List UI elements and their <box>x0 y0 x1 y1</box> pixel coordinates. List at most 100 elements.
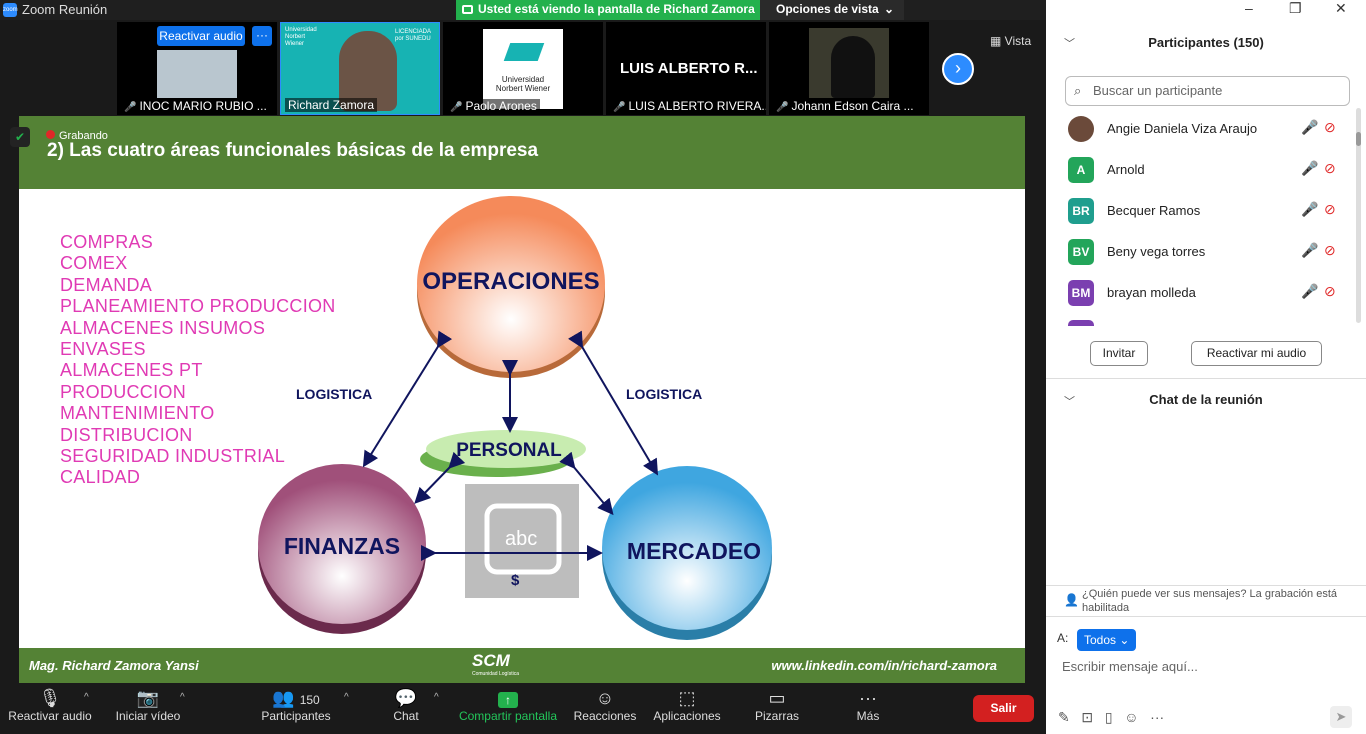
sunedu-logo: LICENCIADA por SUNEDU <box>395 29 431 42</box>
diagram-svg <box>258 196 772 640</box>
invite-button[interactable]: Invitar <box>1090 341 1148 366</box>
university-logo: Universidad Norbert Wiener <box>483 29 563 109</box>
reactions-button[interactable]: ☺ Reacciones <box>573 683 637 734</box>
unmute-me-button[interactable]: Reactivar mi audio <box>1191 341 1322 366</box>
participant-row[interactable]: BM brayan molleda 🎤 ⊘ <box>1046 272 1356 313</box>
chevron-down-icon: ⌄ <box>883 2 894 16</box>
view-button[interactable]: ▦ Vista <box>990 34 1031 48</box>
arrow-ops-mer <box>568 330 659 476</box>
muted-mic-icon: 🎤 <box>1301 201 1319 217</box>
chevron-up-icon[interactable]: ^ <box>180 692 185 703</box>
recipient-dropdown[interactable]: Todos ⌄ <box>1077 629 1136 651</box>
chat-tools: ✎ ⊡ ▯ ☺ ··· <box>1058 709 1164 726</box>
more-options-button[interactable]: ··· <box>252 26 272 46</box>
more-icon[interactable]: ··· <box>1150 709 1164 725</box>
chevron-up-icon[interactable]: ^ <box>434 692 439 703</box>
restore-button[interactable]: ❐ <box>1289 0 1302 20</box>
mercadeo-label: MERCADEO <box>626 538 762 564</box>
screenshot-icon[interactable]: ⊡ <box>1081 709 1093 725</box>
slide-footer: Mag. Richard Zamora Yansi SCM Comunidad L… <box>19 648 1025 683</box>
participant-scrollbar[interactable] <box>1356 108 1361 323</box>
participant-video <box>809 28 889 98</box>
meeting-toolbar: 🎙 Reactivar audio ^ 📷 Iniciar vídeo ^ 👥 150 P… <box>0 683 1046 734</box>
video-off-icon: 📷 <box>136 688 160 708</box>
format-icon[interactable]: ✎ <box>1058 709 1070 725</box>
recording-indicator[interactable]: Grabando <box>46 130 108 142</box>
participant-name: Beny vega torres <box>1107 244 1206 259</box>
more-button[interactable]: ··· Más <box>848 683 888 734</box>
collapse-chat-icon[interactable]: ﹀ <box>1064 393 1075 409</box>
share-screen-button[interactable]: ↑ Compartir pantalla <box>455 683 561 734</box>
participant-name-text: Paolo Arones <box>465 99 537 113</box>
view-options-button[interactable]: Opciones de vista ⌄ <box>760 0 904 20</box>
share-screen-label: Compartir pantalla <box>458 709 558 723</box>
participant-name-text: INOC MARIO RUBIO ... <box>139 99 267 113</box>
chat-message-input[interactable]: Escribir mensaje aquí... <box>1062 659 1198 674</box>
avatar: BV <box>1068 239 1094 265</box>
participants-header: Participantes (150) <box>1148 35 1264 50</box>
visibility-info-icon: 👤 <box>1064 593 1079 607</box>
participant-row[interactable]: BV Beny vega torres 🎤 ⊘ <box>1046 231 1356 272</box>
video-tile-5[interactable]: 🎤 Johann Edson Caira ... <box>769 22 929 115</box>
emoji-icon[interactable]: ☺ <box>1124 709 1138 725</box>
muted-mic-icon: 🎤 <box>1301 283 1319 299</box>
chevron-up-icon[interactable]: ^ <box>344 692 349 703</box>
whiteboard-icon: ▭ <box>768 688 786 708</box>
unmute-button[interactable]: 🎙 Reactivar audio ^ <box>6 683 94 734</box>
logistica-left-label: LOGISTICA <box>296 386 373 402</box>
wiener-mark-icon <box>503 43 545 61</box>
participants-button[interactable]: 👥 150 Participantes ^ <box>258 683 348 734</box>
scrollbar-thumb[interactable] <box>1356 132 1361 146</box>
reactivar-audio-button[interactable]: Reactivar audio <box>157 26 245 46</box>
panel-divider <box>1046 378 1366 379</box>
avatar: BR <box>1068 198 1094 224</box>
video-off-icon: ⊘ <box>1324 160 1336 176</box>
participant-search-input[interactable]: ⌕ Buscar un participante <box>1065 76 1350 106</box>
participant-name-text: Johann Edson Caira ... <box>791 99 914 113</box>
participant-name: Becquer Ramos <box>1107 203 1201 218</box>
muted-mic-icon: 🎤 <box>1301 119 1319 135</box>
finanzas-label: FINANZAS <box>283 533 401 559</box>
search-placeholder: Buscar un participante <box>1093 83 1223 98</box>
security-shield-icon[interactable]: ✔ <box>10 127 30 147</box>
video-tile-1[interactable]: Reactivar audio ··· 🎤 INOC MARIO RUBIO ..… <box>117 22 277 115</box>
send-button[interactable]: ➤ <box>1330 706 1352 728</box>
video-off-icon: ⊘ <box>1324 119 1336 135</box>
chevron-up-icon[interactable]: ^ <box>84 692 89 703</box>
participant-name: 🎤 Johann Edson Caira ... <box>773 99 917 113</box>
participant-row[interactable]: Angie Daniela Viza Araujo 🎤 ⊘ <box>1046 108 1356 149</box>
next-page-button[interactable]: › <box>942 53 974 85</box>
video-tile-2[interactable]: Universidad Norbert Wiener LICENCIADA po… <box>280 22 440 115</box>
recording-dot-icon <box>46 130 55 139</box>
abc-text: abc <box>505 528 538 550</box>
participants-icon: 👥 150 <box>272 688 320 708</box>
whiteboards-button[interactable]: ▭ Pizarras <box>748 683 806 734</box>
screen-share-banner: Usted está viendo la pantalla de Richard… <box>456 0 760 20</box>
start-video-button[interactable]: 📷 Iniciar vídeo ^ <box>110 683 186 734</box>
scm-logo-subtitle: Comunidad Logística <box>472 671 519 677</box>
minimize-button[interactable]: – <box>1245 0 1253 20</box>
banner-text: Usted está viendo la pantalla de Richard… <box>478 2 755 16</box>
participant-row[interactable]: A Arnold 🎤 ⊘ <box>1046 149 1356 190</box>
zoom-logo-icon: zoom <box>3 3 18 17</box>
chat-icon: 💬 <box>394 688 418 708</box>
chat-button[interactable]: 💬 Chat ^ <box>386 683 438 734</box>
recording-label: Grabando <box>59 130 108 142</box>
close-window-button[interactable]: ✕ <box>1335 0 1347 20</box>
video-tile-3[interactable]: Universidad Norbert Wiener 🎤 Paolo Arones <box>443 22 603 115</box>
scm-logo: SCM Comunidad Logística <box>472 651 519 677</box>
muted-mic-icon: 🎙 <box>38 688 62 708</box>
video-tile-4[interactable]: LUIS ALBERTO R... 🎤 LUIS ALBERTO RIVERA..… <box>606 22 766 115</box>
participant-row[interactable]: BR Becquer Ramos 🎤 ⊘ <box>1046 190 1356 231</box>
video-off-icon: ⊘ <box>1324 283 1336 299</box>
apps-button[interactable]: ⬚ Aplicaciones <box>650 683 724 734</box>
file-icon[interactable]: ▯ <box>1105 709 1113 725</box>
recipient-value: Todos <box>1084 633 1117 647</box>
chat-header: Chat de la reunión <box>1149 392 1263 407</box>
collapse-participants-icon[interactable]: ﹀ <box>1064 35 1075 51</box>
avatar: A <box>1068 157 1094 183</box>
muted-mic-icon: 🎤 <box>613 102 626 113</box>
participant-tile-name: LUIS ALBERTO R... <box>620 60 758 77</box>
leave-button[interactable]: Salir <box>973 695 1034 722</box>
muted-mic-icon: 🎤 <box>1301 160 1319 176</box>
